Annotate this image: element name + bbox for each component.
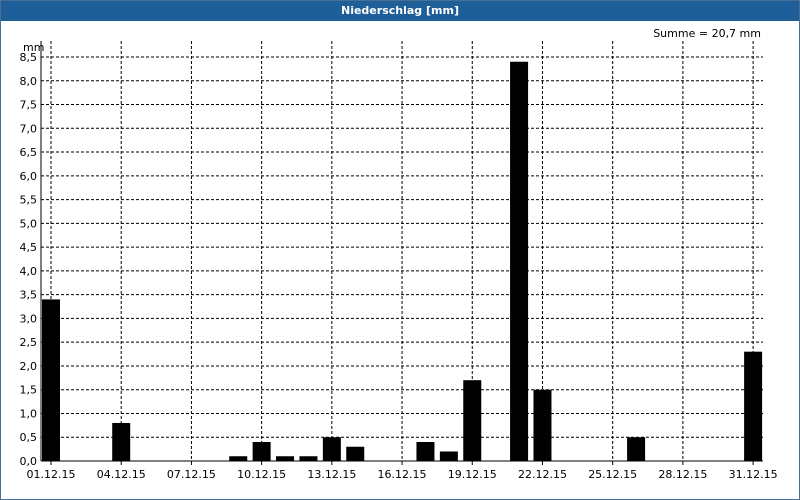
bar	[510, 61, 529, 462]
bar	[439, 451, 458, 461]
y-tick-label: 7,0	[20, 122, 38, 135]
bar	[416, 441, 435, 461]
y-tick-label: 7,5	[20, 99, 38, 112]
x-tick-label: 16.12.15	[378, 468, 427, 481]
x-tick-label: 07.12.15	[167, 468, 216, 481]
bar	[346, 446, 365, 461]
x-tick-label: 22.12.15	[518, 468, 567, 481]
bar	[276, 456, 295, 461]
bar	[112, 422, 131, 461]
y-tick-label: 0,5	[20, 431, 38, 444]
bar	[533, 389, 552, 461]
y-tick-label: 3,0	[20, 312, 38, 325]
bar	[229, 456, 248, 461]
precipitation-chart: mm Summe = 20,7 mm 0,00,51,01,52,02,53,0…	[20, 27, 778, 481]
y-tick-label: 4,5	[20, 241, 38, 254]
y-tick-label: 1,5	[20, 384, 38, 397]
bar	[744, 351, 763, 461]
y-tick-label: 4,0	[20, 265, 38, 278]
bar	[627, 437, 646, 461]
bar	[463, 380, 482, 461]
x-tick-label: 31.12.15	[729, 468, 778, 481]
chart-window: Niederschlag [mm] mm Summe = 20,7 mm 0,0…	[0, 0, 800, 500]
y-tick-label: 2,0	[20, 360, 38, 373]
y-tick-label: 6,5	[20, 146, 38, 159]
x-tick-label: 19.12.15	[448, 468, 497, 481]
x-tick-label: 13.12.15	[307, 468, 356, 481]
y-tick-label: 0,0	[20, 455, 38, 468]
y-tick-label: 5,0	[20, 217, 38, 230]
y-tick-label: 6,0	[20, 170, 38, 183]
y-tick-label: 8,0	[20, 75, 38, 88]
grid	[41, 41, 763, 461]
y-tick-label: 2,5	[20, 336, 38, 349]
x-tick-label: 25.12.15	[588, 468, 637, 481]
y-tick-label: 5,5	[20, 194, 38, 207]
x-tick-label: 28.12.15	[658, 468, 707, 481]
bar	[322, 437, 341, 461]
bar	[299, 456, 318, 461]
bar	[252, 441, 271, 461]
y-tick-labels: 0,0 0,5 1,0 1,5 2,0 2,5 3,0 3,5 4,0 4,5 5,0 5,5 6,0 6…	[20, 51, 38, 468]
x-tick-label: 04.12.15	[97, 468, 146, 481]
sum-annotation: Summe = 20,7 mm	[653, 27, 761, 40]
y-tick-label: 1,0	[20, 407, 38, 420]
y-tick-label: 3,5	[20, 289, 38, 302]
y-tick-label: 8,5	[20, 51, 38, 64]
x-tick-labels: 01.12.15 04.12.15 07.12.15 10.12.15 13.12.15…	[27, 468, 778, 481]
x-tick-label: 01.12.15	[27, 468, 76, 481]
bar	[42, 299, 60, 461]
x-tick-label: 10.12.15	[237, 468, 286, 481]
